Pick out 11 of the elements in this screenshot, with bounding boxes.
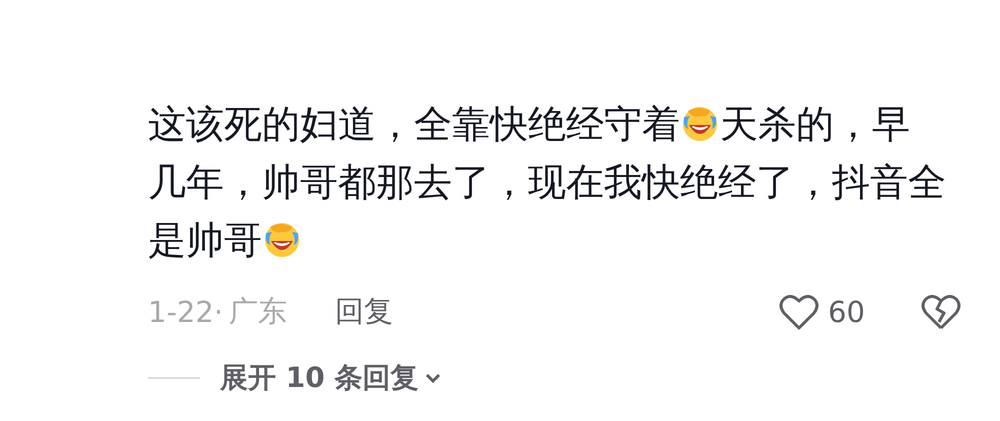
- comment-location: 广东: [229, 293, 288, 330]
- like-count: 60: [828, 295, 866, 329]
- comment-text: 几年，帅哥都那去了，现在我快绝经了，抖音全: [148, 160, 946, 204]
- comment-text: 这该死的妇道，全靠快绝经守着: [148, 102, 680, 146]
- comment-date: 1-22·: [148, 295, 224, 329]
- comment-text: 是帅哥: [148, 218, 262, 262]
- heart-icon[interactable]: [778, 292, 820, 332]
- broken-heart-icon[interactable]: [920, 292, 962, 332]
- reply-link[interactable]: 回复: [335, 292, 394, 332]
- expand-replies-button[interactable]: 展开 10 条回复: [220, 359, 444, 397]
- comment-text: 天杀的，早: [720, 102, 910, 146]
